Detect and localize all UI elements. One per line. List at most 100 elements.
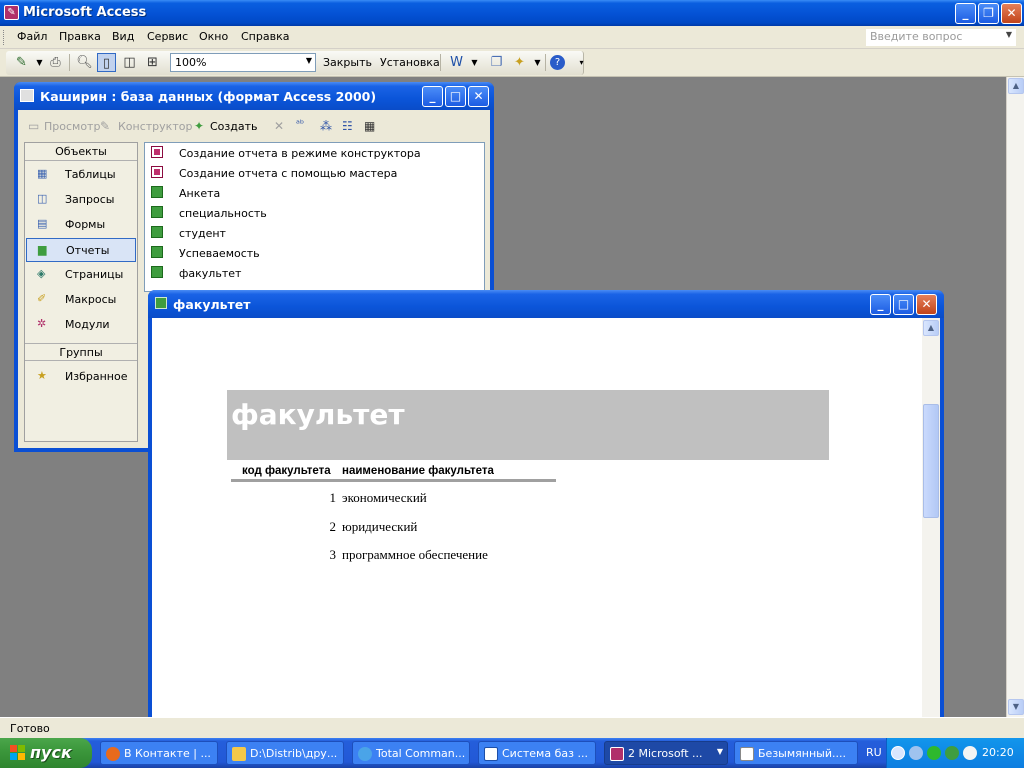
list-view-icon[interactable]: ☷ <box>342 119 353 133</box>
taskbar-button-total-commander[interactable]: Total Comman... <box>352 741 470 765</box>
db-close-button[interactable]: ✕ <box>468 86 489 107</box>
toolbar-options-icon[interactable]: ▾ <box>572 53 591 72</box>
taskbar-button-label: В Контакте | ... <box>124 747 211 760</box>
object-forms[interactable]: ▤ Формы <box>26 213 136 237</box>
list-item[interactable]: Успеваемость <box>149 243 479 263</box>
menu-help[interactable]: Справка <box>241 30 289 43</box>
scroll-thumb[interactable] <box>923 404 939 518</box>
taskbar-button-word-doc[interactable]: Система баз ... <box>478 741 596 765</box>
design-button[interactable]: Конструктор <box>118 120 192 133</box>
status-bar: Готово <box>0 717 1024 738</box>
row-code: 2 <box>329 519 337 534</box>
groups-header[interactable]: Группы <box>25 343 137 361</box>
delete-icon[interactable]: ✕ <box>274 119 284 133</box>
zoom-select[interactable]: 100% ▼ <box>170 53 316 72</box>
close-button[interactable]: ✕ <box>1001 3 1022 24</box>
page-setup-button[interactable]: Установка <box>380 56 440 69</box>
taskbar-button-label: Total Comman... <box>376 747 466 760</box>
menu-view[interactable]: Вид <box>112 30 134 43</box>
report-vertical-scrollbar[interactable]: ▲ <box>922 318 940 720</box>
group-favorites[interactable]: ★ Избранное <box>26 365 136 389</box>
database-window-title-bar[interactable]: Каширин : база данных (формат Access 200… <box>14 82 494 110</box>
two-pages-icon[interactable]: ◫ <box>120 53 139 72</box>
list-item[interactable]: факультет <box>149 263 479 283</box>
menu-file[interactable]: Файл <box>17 30 47 43</box>
antivirus-icon[interactable] <box>945 746 959 760</box>
app-title-bar[interactable]: ✎ Microsoft Access _ ❐ ✕ <box>0 0 1024 26</box>
volume-icon[interactable] <box>963 746 977 760</box>
language-indicator[interactable]: RU <box>866 746 882 759</box>
icq-icon[interactable] <box>927 746 941 760</box>
menu-tools[interactable]: Сервис <box>147 30 188 43</box>
clock[interactable]: 20:20 <box>982 746 1014 759</box>
new-object-icon[interactable]: ✦ <box>510 53 529 72</box>
small-icons-icon[interactable]: ⁂ <box>320 119 332 133</box>
office-links-dropdown-icon[interactable]: ▼ <box>465 53 484 72</box>
db-minimize-button[interactable]: _ <box>422 86 443 107</box>
page-icon: ◈ <box>37 267 46 280</box>
word-document-icon <box>484 747 498 761</box>
ask-question-box[interactable]: Введите вопрос ▼ <box>866 29 1016 46</box>
minimize-button[interactable]: _ <box>955 3 976 24</box>
database-toolbar: ▭ Просмотр ✎ Конструктор ✦ Создать ✕ ᵃᵇ … <box>24 114 484 138</box>
object-queries[interactable]: ◫ Запросы <box>26 188 136 212</box>
object-reports[interactable]: ▆ Отчеты <box>26 238 136 262</box>
scroll-up-icon[interactable]: ▲ <box>923 320 939 336</box>
report-page[interactable]: факультет код факультета наименование фа… <box>152 318 922 720</box>
scroll-up-icon[interactable]: ▲ <box>1008 78 1024 94</box>
create-button[interactable]: Создать <box>210 120 258 133</box>
list-item[interactable]: специальность <box>149 203 479 223</box>
access-app-icon[interactable]: ✎ <box>4 5 19 20</box>
restore-button[interactable]: ❐ <box>978 3 999 24</box>
list-item[interactable]: Анкета <box>149 183 479 203</box>
taskbar-button-paint[interactable]: Безымянный.... <box>734 741 858 765</box>
object-tables[interactable]: ▦ Таблицы <box>26 163 136 187</box>
object-label: Отчеты <box>66 244 110 257</box>
list-item[interactable]: Создание отчета с помощью мастера <box>149 163 479 183</box>
office-links-icon[interactable]: W <box>447 53 466 72</box>
chevron-down-icon[interactable]: ▼ <box>1006 30 1012 39</box>
print-icon[interactable]: ⎙ <box>46 53 65 72</box>
list-item[interactable]: Создание отчета в режиме конструктора <box>149 143 479 163</box>
zoom-icon[interactable]: 🔍︎ <box>75 53 94 72</box>
help-icon[interactable]: ? <box>550 55 565 70</box>
object-label: Формы <box>65 218 106 231</box>
database-window-icon[interactable]: ❐ <box>487 53 506 72</box>
taskbar-button-browser[interactable]: В Контакте | ... <box>100 741 218 765</box>
chevron-down-icon[interactable]: ▼ <box>306 56 312 65</box>
multiple-pages-icon[interactable]: ⊞ <box>143 53 162 72</box>
access-icon <box>610 747 624 761</box>
menu-grip[interactable] <box>3 30 6 45</box>
one-page-icon[interactable]: ▯ <box>97 53 116 72</box>
db-maximize-button[interactable]: □ <box>445 86 466 107</box>
scroll-down-icon[interactable]: ▼ <box>1008 699 1024 715</box>
object-macros[interactable]: ✐ Макросы <box>26 288 136 312</box>
report-icon: ▆ <box>38 243 47 256</box>
objects-header[interactable]: Объекты <box>25 143 137 161</box>
report-window-title-bar[interactable]: факультет _ □ ✕ <box>148 290 944 318</box>
list-item-label: Анкета <box>179 187 221 200</box>
main-vertical-scrollbar[interactable]: ▲ ▼ <box>1006 77 1024 717</box>
details-view-icon[interactable]: ▦ <box>364 119 375 133</box>
report-maximize-button[interactable]: □ <box>893 294 914 315</box>
menu-edit[interactable]: Правка <box>59 30 101 43</box>
list-item[interactable]: студент <box>149 223 479 243</box>
close-preview-button[interactable]: Закрыть <box>323 56 372 69</box>
taskbar-button-access[interactable]: 2 Microsoft ... ▼ <box>604 741 728 765</box>
object-pages[interactable]: ◈ Страницы <box>26 263 136 287</box>
object-modules[interactable]: ✲ Модули <box>26 313 136 337</box>
report-close-button[interactable]: ✕ <box>916 294 937 315</box>
preview-button[interactable]: Просмотр <box>44 120 100 133</box>
menu-window[interactable]: Окно <box>199 30 228 43</box>
start-label: пуск <box>30 743 72 762</box>
network-icon[interactable] <box>909 746 923 760</box>
tray-expand-icon[interactable] <box>891 746 905 760</box>
report-icon <box>151 266 163 278</box>
report-header-band: факультет <box>227 390 829 460</box>
view-design-icon[interactable]: ✎ <box>12 53 31 72</box>
report-window-title: факультет <box>173 297 251 312</box>
taskbar-button-folder[interactable]: D:\Distrib\дру... <box>226 741 344 765</box>
report-minimize-button[interactable]: _ <box>870 294 891 315</box>
start-button[interactable]: пуск <box>0 738 92 768</box>
large-icons-icon[interactable]: ᵃᵇ <box>296 119 304 130</box>
